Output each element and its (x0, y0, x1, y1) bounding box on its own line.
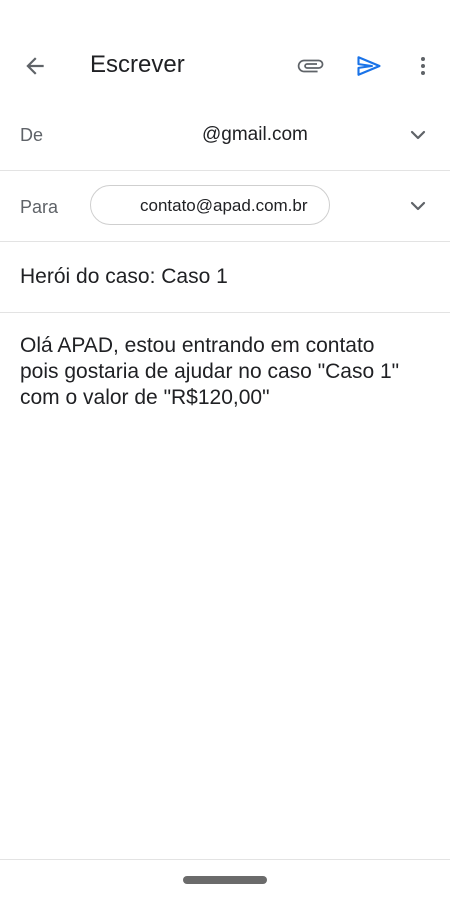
attach-button[interactable] (288, 44, 332, 88)
chevron-down-icon (410, 201, 426, 211)
to-row: Para contato@apad.com.br (0, 171, 450, 242)
message-body[interactable]: Olá APAD, estou entrando em contato pois… (20, 333, 440, 411)
subject-field[interactable]: Herói do caso: Caso 1 (20, 265, 228, 289)
page-title: Escrever (90, 51, 185, 78)
to-label: Para (20, 197, 59, 217)
subject-row: Herói do caso: Caso 1 (0, 242, 450, 313)
from-address[interactable]: @gmail.com (202, 124, 308, 146)
from-row: De @gmail.com (0, 100, 450, 171)
more-options-button[interactable] (401, 44, 445, 88)
recipient-chip[interactable]: contato@apad.com.br (90, 185, 330, 225)
back-button[interactable] (13, 44, 57, 88)
send-button[interactable] (347, 44, 391, 88)
home-indicator[interactable] (183, 876, 267, 884)
send-icon (357, 56, 381, 76)
to-expand-button[interactable] (404, 192, 432, 220)
chevron-down-icon (410, 130, 426, 140)
bottom-divider (0, 859, 450, 860)
paperclip-icon (297, 59, 324, 73)
more-vert-icon (421, 57, 425, 75)
arrow-back-icon (26, 57, 44, 75)
from-label: De (20, 125, 44, 145)
app-bar: Escrever (0, 30, 450, 102)
from-expand-button[interactable] (404, 121, 432, 149)
